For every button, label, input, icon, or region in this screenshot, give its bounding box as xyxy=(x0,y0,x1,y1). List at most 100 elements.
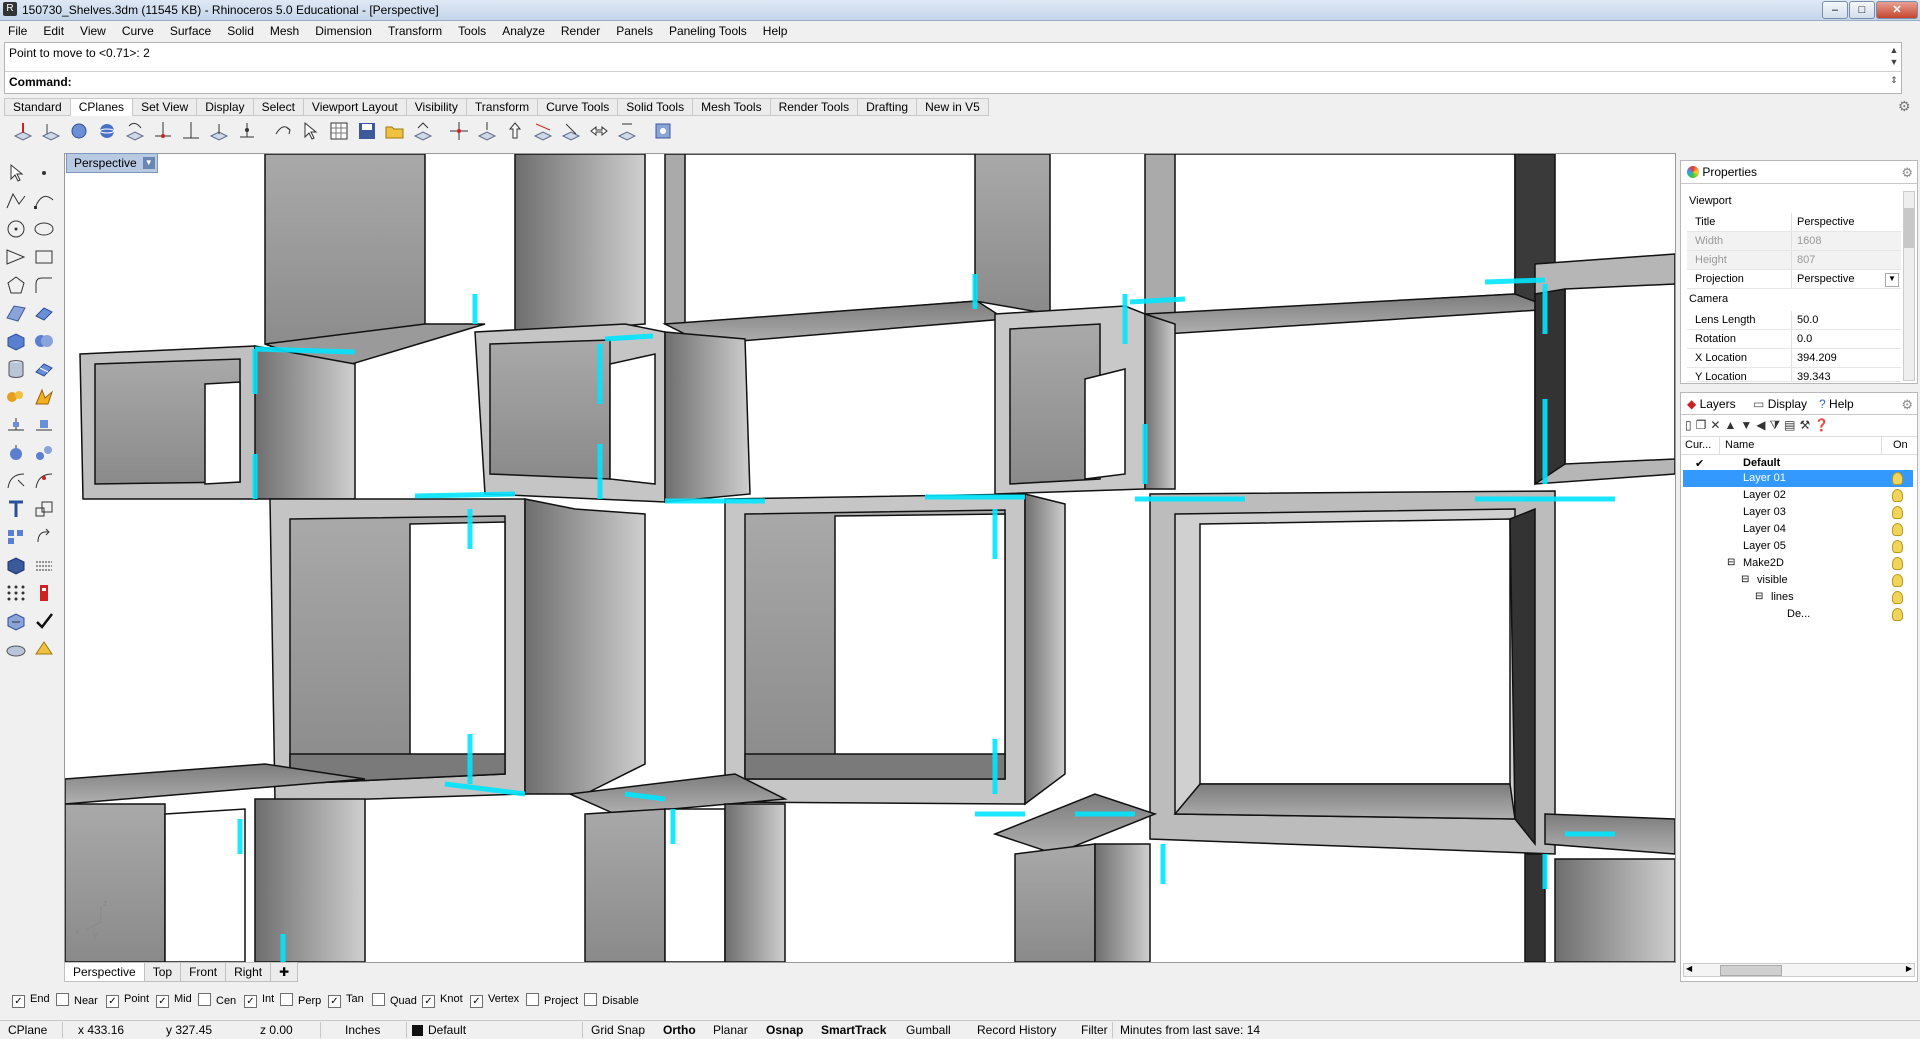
move-up-icon[interactable]: ▲ xyxy=(1724,418,1740,432)
osnap-cen-checkbox[interactable] xyxy=(198,993,211,1006)
rotation-value[interactable]: 0.0 xyxy=(1797,333,1812,345)
surface-icon[interactable] xyxy=(4,302,28,324)
menu-tools[interactable]: Tools xyxy=(450,21,494,41)
layer-row-make2d[interactable]: ⊟ Make2D xyxy=(1683,555,1913,572)
add-viewport-tab-icon[interactable]: ✚ xyxy=(270,962,299,982)
polyline-icon[interactable] xyxy=(4,190,28,212)
status-record-history[interactable]: Record History xyxy=(977,1023,1056,1037)
circle-icon[interactable] xyxy=(4,218,28,240)
tab-display[interactable]: Display xyxy=(196,98,254,116)
osnap-vertex[interactable]: ✓ Vertex xyxy=(470,993,519,1008)
menu-file[interactable]: File xyxy=(0,21,35,41)
dropdown-arrow-icon[interactable]: ▼ xyxy=(1885,273,1899,287)
layer-on-bulb-icon[interactable] xyxy=(1892,608,1903,621)
open-cplane-icon[interactable] xyxy=(384,120,406,142)
layer-row-lines[interactable]: ⊟ lines xyxy=(1683,589,1913,606)
scale-icon[interactable] xyxy=(32,498,56,520)
tab-render-tools[interactable]: Render Tools xyxy=(769,98,859,116)
close-button[interactable]: ✕ xyxy=(1876,1,1918,19)
cplane-to-object-icon[interactable] xyxy=(68,120,90,142)
tab-standard[interactable]: Standard xyxy=(4,98,71,116)
chevron-down-icon[interactable]: ▼ xyxy=(142,157,155,169)
explode-icon[interactable] xyxy=(4,442,28,464)
viewport-tab-front[interactable]: Front xyxy=(180,962,227,982)
cplane-move-icon[interactable] xyxy=(448,120,470,142)
layer-on-bulb-icon[interactable] xyxy=(1892,472,1903,485)
polygon-icon[interactable] xyxy=(4,274,28,296)
render-icon[interactable] xyxy=(32,386,56,408)
layers-gear-icon[interactable]: ⚙ xyxy=(1901,397,1913,413)
analyze-icon[interactable] xyxy=(4,610,28,632)
layer-row-layer04[interactable]: Layer 04 xyxy=(1683,521,1913,538)
curve-icon[interactable] xyxy=(32,190,56,212)
layer-states-icon[interactable]: ▤ xyxy=(1784,418,1799,432)
light-icon[interactable] xyxy=(32,638,56,660)
cplane-align-icon[interactable] xyxy=(476,120,498,142)
menu-paneling-tools[interactable]: Paneling Tools xyxy=(661,21,755,41)
status-planar[interactable]: Planar xyxy=(713,1023,748,1037)
panel-gear-icon[interactable]: ⚙ xyxy=(1901,165,1913,181)
join-icon[interactable] xyxy=(32,442,56,464)
lens-length-value[interactable]: 50.0 xyxy=(1797,314,1818,326)
properties-tab[interactable]: Properties xyxy=(1687,165,1757,179)
tab-viewport-layout[interactable]: Viewport Layout xyxy=(302,98,407,116)
cplane-flip-icon[interactable] xyxy=(532,120,554,142)
layer-on-bulb-icon[interactable] xyxy=(1892,591,1903,604)
layer-on-bulb-icon[interactable] xyxy=(1892,523,1903,536)
projection-select[interactable]: Perspective xyxy=(1797,273,1854,285)
delete-layer-icon[interactable]: ✕ xyxy=(1710,418,1724,432)
cplane-view-icon[interactable] xyxy=(208,120,230,142)
status-filter[interactable]: Filter xyxy=(1081,1023,1108,1037)
viewport-title-label[interactable]: Perspective ▼ xyxy=(66,153,158,173)
new-sublayer-icon[interactable]: ❐ xyxy=(1696,418,1711,432)
menu-help[interactable]: Help xyxy=(755,21,796,41)
osnap-project[interactable]: Project xyxy=(526,993,578,1007)
arc-icon[interactable] xyxy=(4,246,28,268)
history-icon[interactable] xyxy=(32,582,56,604)
osnap-perp-checkbox[interactable] xyxy=(280,993,293,1006)
osnap-disable[interactable]: Disable xyxy=(584,993,639,1007)
points-grid-icon[interactable] xyxy=(4,582,28,604)
osnap-point-checkbox[interactable]: ✓ xyxy=(106,995,119,1008)
tab-curve-tools[interactable]: Curve Tools xyxy=(537,98,619,116)
cplane-world-top-icon[interactable] xyxy=(236,120,258,142)
layer-on-bulb-icon[interactable] xyxy=(1892,489,1903,502)
layer-row-layer01[interactable]: Layer 01 xyxy=(1683,470,1913,487)
osnap-point[interactable]: ✓ Point xyxy=(106,993,149,1008)
properties-scrollbar[interactable] xyxy=(1903,191,1915,381)
tab-cplanes[interactable]: CPlanes xyxy=(69,98,134,116)
osnap-end-checkbox[interactable]: ✓ xyxy=(12,995,25,1008)
tab-set-view[interactable]: Set View xyxy=(132,98,198,116)
cplane-previous-icon[interactable] xyxy=(412,120,434,142)
gear-icon[interactable]: ⚙ xyxy=(1898,98,1914,114)
move-parent-icon[interactable]: ◀ xyxy=(1756,418,1769,432)
status-osnap[interactable]: Osnap xyxy=(766,1023,803,1037)
scroll-up-icon[interactable]: ▲ xyxy=(1887,45,1901,57)
tab-transform[interactable]: Transform xyxy=(465,98,539,116)
check-icon[interactable] xyxy=(32,610,56,632)
layer-help-icon[interactable]: ❓ xyxy=(1814,418,1833,432)
properties-scroll-thumb[interactable] xyxy=(1904,208,1914,248)
status-gumball[interactable]: Gumball xyxy=(906,1023,951,1037)
cplane-set-origin-icon[interactable] xyxy=(12,120,34,142)
menu-edit[interactable]: Edit xyxy=(35,21,72,41)
cplane-manager-icon[interactable] xyxy=(652,120,674,142)
array-icon[interactable] xyxy=(4,526,28,548)
cylinder-icon[interactable] xyxy=(4,358,28,380)
fillet-curve-icon[interactable] xyxy=(32,274,56,296)
dimension-icon[interactable] xyxy=(4,386,28,408)
move-down-icon[interactable]: ▼ xyxy=(1740,418,1756,432)
orient-icon[interactable] xyxy=(32,414,56,436)
rectangle-icon[interactable] xyxy=(32,246,56,268)
menu-dimension[interactable]: Dimension xyxy=(307,21,380,41)
layer-on-bulb-icon[interactable] xyxy=(1892,557,1903,570)
tab-select[interactable]: Select xyxy=(252,98,304,116)
tools-icon[interactable]: ⚒ xyxy=(1800,418,1815,432)
cplane-3point-icon[interactable] xyxy=(152,120,174,142)
solid-box-icon[interactable] xyxy=(4,554,28,576)
mesh-icon[interactable] xyxy=(32,358,56,380)
cplane-sphere-icon[interactable] xyxy=(96,120,118,142)
osnap-tan-checkbox[interactable]: ✓ xyxy=(328,995,341,1008)
osnap-end[interactable]: ✓ End xyxy=(12,993,50,1008)
tab-new-in-v5[interactable]: New in V5 xyxy=(916,98,989,116)
